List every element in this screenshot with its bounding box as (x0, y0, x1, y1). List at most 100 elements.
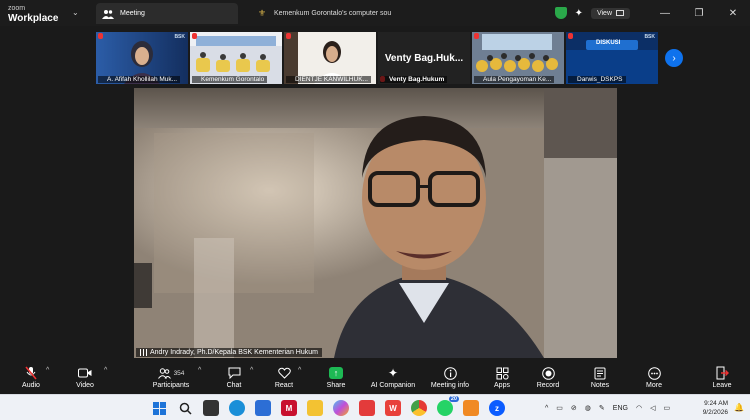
more-icon (647, 365, 661, 381)
participant-tile[interactable]: DIENTJE KANWILHUK... (284, 32, 376, 84)
more-button[interactable]: More (642, 360, 666, 394)
mcafee-icon[interactable]: M (281, 400, 297, 416)
tab-meeting[interactable]: Meeting (96, 3, 238, 24)
mic-muted-icon (286, 33, 291, 39)
diskusi-banner: DISKUSI (596, 40, 621, 46)
heart-icon (277, 365, 291, 381)
chevron-down-icon[interactable]: ⌄ (72, 8, 79, 17)
volume-icon[interactable]: ◁ (650, 404, 655, 412)
clock[interactable]: 9:24 AM 9/2/2026 (703, 399, 728, 417)
battery-icon[interactable]: ▭ (663, 404, 670, 412)
participant-name: DIENTJE KANWILHUK... (286, 76, 371, 83)
store-icon[interactable] (359, 400, 375, 416)
task-view-icon[interactable] (203, 400, 219, 416)
react-options-caret[interactable]: ^ (298, 367, 301, 374)
windows-taskbar: M W 20 z ^ ▭ ⊘ ◍ ✎ ENG ◠ ◁ ▭ 9:24 AM 9/2… (0, 394, 750, 420)
tab-meeting-label: Meeting (120, 10, 145, 17)
meeting-info-label: Meeting info (430, 382, 470, 389)
security-shield-icon[interactable] (554, 7, 567, 19)
participant-tile[interactable]: Aula Pengayoman Ke... (472, 32, 564, 84)
apps-button[interactable]: Apps (490, 360, 514, 394)
view-button[interactable]: View (590, 7, 630, 19)
copilot-icon[interactable] (333, 400, 349, 416)
participant-tile[interactable]: DISKUSI BSK Darwis_DSKPS (566, 32, 658, 84)
share-screen-icon: ↑ (329, 365, 343, 381)
share-button[interactable]: ↑ Share (324, 360, 348, 394)
app-orange-icon[interactable] (463, 400, 479, 416)
leave-button[interactable]: Leave (710, 360, 734, 394)
notes-icon (594, 365, 606, 381)
participant-name: Darwis_DSKPS (568, 76, 626, 83)
sparkle-icon: ✦ (387, 366, 399, 380)
audio-options-caret[interactable]: ^ (46, 367, 49, 374)
search-icon[interactable] (177, 400, 193, 416)
next-page-button[interactable]: › (665, 49, 683, 67)
edge-browser-icon[interactable] (229, 400, 245, 416)
wifi-icon[interactable]: ◠ (636, 404, 642, 412)
zoom-icon[interactable]: z (489, 400, 505, 416)
meeting-info-button[interactable]: Meeting info (428, 360, 472, 394)
file-explorer-icon[interactable] (307, 400, 323, 416)
sparkle-icon[interactable]: ✦ (575, 8, 583, 19)
notes-button[interactable]: Notes (588, 360, 612, 394)
tab-screen-share[interactable]: ⚜ Kemenkum Gorontalo's computer sou (250, 3, 400, 24)
participant-name: Kemenkum Gorontalo (192, 76, 268, 83)
view-grid-icon (616, 10, 624, 16)
app-icon[interactable] (255, 400, 271, 416)
react-button[interactable]: React (272, 360, 296, 394)
apps-label: Apps (494, 382, 510, 389)
participant-display-name: Venty Bag.Huk... (384, 52, 464, 64)
react-label: React (274, 382, 294, 389)
audio-button[interactable]: Audio (16, 360, 46, 394)
meeting-toolbar: Audio ^ Video ^ 354 Participants ^ Chat … (0, 360, 750, 394)
tray-icon[interactable]: ✎ (599, 404, 605, 412)
zoom-window: zoom Workplace ⌄ Meeting ⚜ Kemenkum Goro… (0, 0, 750, 420)
participants-button[interactable]: 354 Participants (150, 360, 192, 394)
participant-tile[interactable]: Kemenkum Gorontalo (190, 32, 282, 84)
more-label: More (646, 382, 662, 389)
video-label: Video (76, 382, 94, 389)
people-icon (102, 8, 114, 20)
chevron-up-icon[interactable]: ^ (545, 405, 548, 412)
wps-office-icon[interactable]: W (385, 400, 401, 416)
chat-options-caret[interactable]: ^ (250, 367, 253, 374)
whatsapp-icon[interactable]: 20 (437, 396, 459, 416)
minimize-icon[interactable]: — (648, 8, 682, 19)
windows-start-icon[interactable] (151, 400, 167, 416)
mic-muted-icon (24, 365, 38, 381)
share-label: Share (326, 382, 346, 389)
record-button[interactable]: Record (534, 360, 562, 394)
leave-icon (715, 365, 729, 381)
speaker-name-label: Andry Indrady, Ph.D/Kepala BSK Kementeri… (136, 348, 322, 357)
language-indicator[interactable]: ENG (613, 405, 628, 412)
mic-muted-icon (192, 33, 197, 39)
restore-icon[interactable]: ❐ (682, 8, 716, 19)
chat-bubble-icon (228, 365, 241, 381)
tray-icon[interactable]: ◍ (585, 404, 591, 412)
apps-icon (496, 365, 509, 381)
close-icon[interactable]: ✕ (716, 8, 750, 19)
record-label: Record (536, 382, 560, 389)
audio-level-icon (140, 349, 147, 356)
clock-time: 9:24 AM (704, 400, 728, 407)
mic-muted-icon (98, 33, 103, 39)
tray-icon[interactable]: ⊘ (571, 404, 577, 412)
clock-date: 9/2/2026 (702, 409, 728, 416)
participant-tile[interactable]: BSK A. Afifah Khollilah Muk... (96, 32, 188, 84)
info-icon (443, 365, 457, 381)
notification-bell-icon[interactable]: 🔔 (734, 403, 744, 412)
emblem-icon: ⚜ (257, 8, 267, 18)
video-button[interactable]: Video (70, 360, 100, 394)
tray-app-icon[interactable]: ▭ (556, 404, 563, 412)
participant-tile[interactable]: Venty Bag.Huk... Venty Bag.Hukum (378, 32, 470, 84)
speaker-name: Andry Indrady, Ph.D/Kepala BSK Kementeri… (150, 349, 318, 356)
ai-companion-button[interactable]: ✦ AI Companion (368, 360, 418, 394)
chrome-icon[interactable] (411, 400, 427, 416)
audio-label: Audio (22, 382, 40, 389)
video-options-caret[interactable]: ^ (104, 367, 107, 374)
active-speaker-video[interactable]: Andry Indrady, Ph.D/Kepala BSK Kementeri… (134, 88, 617, 358)
title-bar-controls: ✦ View — ❐ ✕ (554, 0, 750, 26)
tab-screen-share-label: Kemenkum Gorontalo's computer sou (274, 10, 392, 17)
participants-options-caret[interactable]: ^ (198, 367, 201, 374)
chat-button[interactable]: Chat (222, 360, 246, 394)
